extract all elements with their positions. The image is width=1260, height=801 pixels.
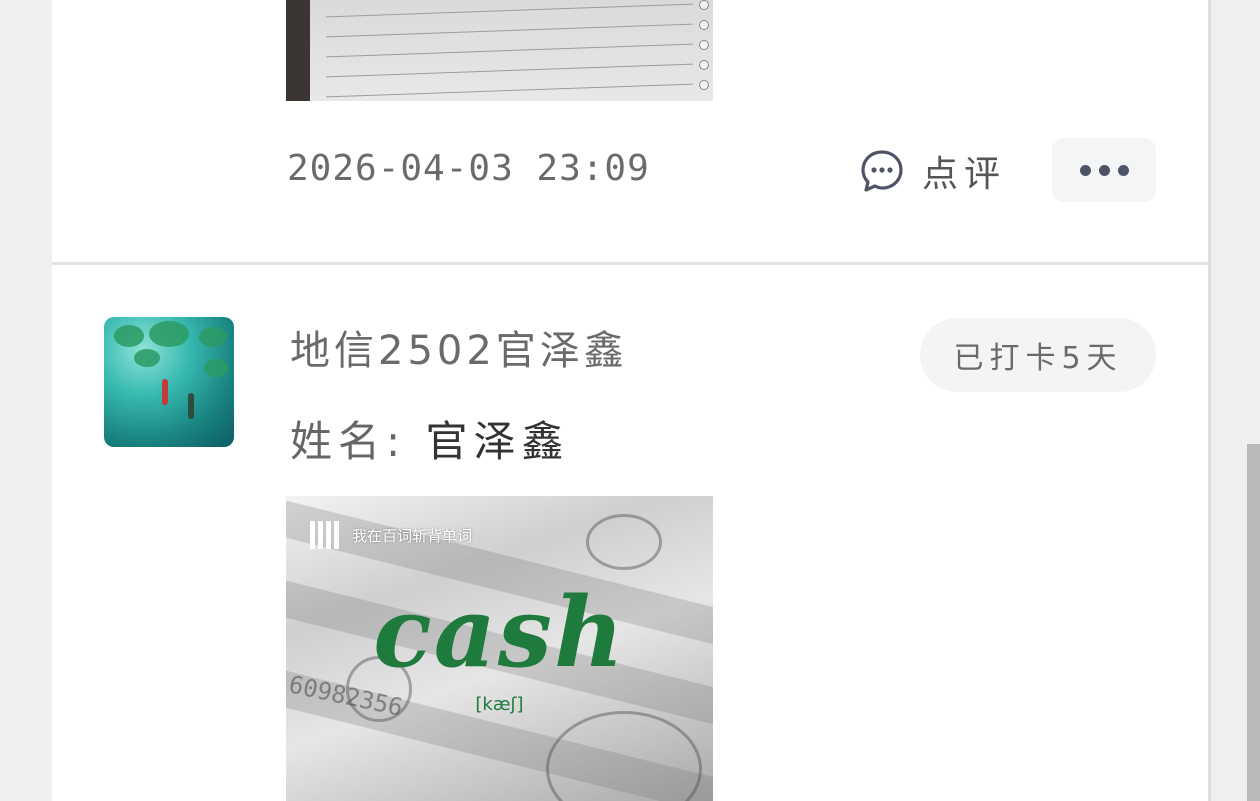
avatar-leaf [204, 359, 228, 377]
panel-edge [1208, 0, 1211, 801]
comment-label: 点评 [922, 154, 1007, 195]
avatar-leaf [134, 349, 160, 367]
comment-button[interactable]: 点评 [858, 146, 1006, 196]
post-image[interactable]: 60982356 我在百词斩背单词 cash [kæʃ] [286, 496, 713, 801]
scrollbar[interactable] [1247, 444, 1260, 801]
notebook-line [326, 63, 693, 78]
avatar[interactable] [104, 317, 234, 447]
checkin-status-badge: 已打卡5天 [920, 318, 1156, 392]
avatar-leaf [149, 321, 189, 347]
banknote-seal [586, 514, 662, 570]
avatar-figure [162, 379, 168, 405]
avatar-leaf [199, 327, 227, 347]
notebook-line [326, 3, 693, 18]
more-dots-icon [1117, 164, 1129, 176]
notebook-line [326, 83, 693, 98]
notebook-ring [699, 0, 709, 10]
notebook-ring [699, 60, 709, 70]
post-timestamp: 2026-04-03 23:09 [287, 148, 650, 189]
notebook-ring [699, 20, 709, 30]
chat-bubble-icon [861, 150, 903, 192]
previous-post-image[interactable] [286, 0, 713, 101]
more-options-button[interactable] [1052, 138, 1156, 202]
avatar-figure [188, 393, 194, 419]
name-value: 官泽鑫 [425, 417, 570, 466]
avatar-leaf [114, 325, 144, 347]
post-divider [52, 262, 1208, 265]
more-dots-icon [1098, 164, 1110, 176]
notebook-ring [699, 40, 709, 50]
app-watermark: 我在百词斩背单词 [310, 521, 472, 549]
watermark-text: 我在百词斩背单词 [352, 526, 473, 545]
notebook-line [326, 43, 693, 58]
name-key: 姓名: [290, 417, 407, 466]
notebook-line [326, 23, 693, 38]
banknote-portrait [546, 711, 702, 801]
more-dots-icon [1079, 164, 1091, 176]
vocab-word: cash [373, 576, 626, 689]
notebook-spine [286, 0, 310, 101]
post-text: 姓名: 官泽鑫 [290, 408, 570, 469]
baicizhan-logo-icon [310, 521, 340, 549]
notebook-ring [699, 80, 709, 90]
vocab-phonetic: [kæʃ] [475, 694, 524, 715]
username[interactable]: 地信2502官泽鑫 [290, 318, 628, 376]
